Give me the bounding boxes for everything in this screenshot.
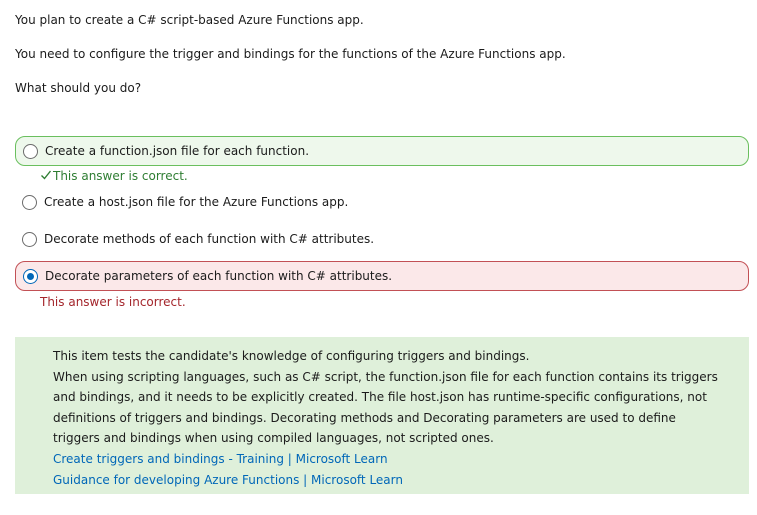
answer-option-label: Create a host.json file for the Azure Fu… bbox=[44, 195, 349, 209]
question-prompt: What should you do? bbox=[15, 81, 142, 95]
checkmark-icon bbox=[41, 170, 52, 180]
radio-button-selected[interactable] bbox=[23, 268, 38, 284]
answer-option-label: Create a function.json file for each fun… bbox=[45, 144, 310, 158]
link-guidance-azure-functions[interactable]: Guidance for developing Azure Functions … bbox=[53, 470, 711, 491]
answer-option-host-json[interactable]: Create a host.json file for the Azure Fu… bbox=[15, 187, 749, 217]
link-create-triggers-bindings[interactable]: Create triggers and bindings - Training … bbox=[53, 449, 711, 470]
question-requirement: You need to configure the trigger and bi… bbox=[15, 47, 566, 61]
explanation-line: When using scripting languages, such as … bbox=[53, 369, 718, 384]
radio-button[interactable] bbox=[22, 231, 37, 247]
correct-feedback-text: This answer is correct. bbox=[53, 169, 188, 183]
question-intro: You plan to create a C# script-based Azu… bbox=[15, 13, 364, 27]
radio-button[interactable] bbox=[22, 194, 37, 210]
answer-option-function-json[interactable]: Create a function.json file for each fun… bbox=[15, 136, 749, 166]
explanation-line: and bindings, and it needs to be explici… bbox=[53, 390, 707, 405]
answer-option-label: Decorate parameters of each function wit… bbox=[45, 269, 393, 283]
explanation-line: This item tests the candidate's knowledg… bbox=[53, 349, 530, 363]
explanation-panel: This item tests the candidate's knowledg… bbox=[15, 337, 749, 494]
radio-button[interactable] bbox=[23, 143, 38, 159]
correct-feedback: This answer is correct. bbox=[40, 168, 188, 184]
answer-option-decorate-parameters[interactable]: Decorate parameters of each function wit… bbox=[15, 261, 749, 291]
incorrect-feedback: This answer is incorrect. bbox=[40, 295, 186, 309]
answer-option-decorate-methods[interactable]: Decorate methods of each function with C… bbox=[15, 224, 749, 254]
answer-option-label: Decorate methods of each function with C… bbox=[44, 232, 375, 246]
explanation-line: triggers and bindings when using compile… bbox=[53, 431, 494, 446]
explanation-line: definitions of triggers and bindings. De… bbox=[53, 410, 676, 425]
